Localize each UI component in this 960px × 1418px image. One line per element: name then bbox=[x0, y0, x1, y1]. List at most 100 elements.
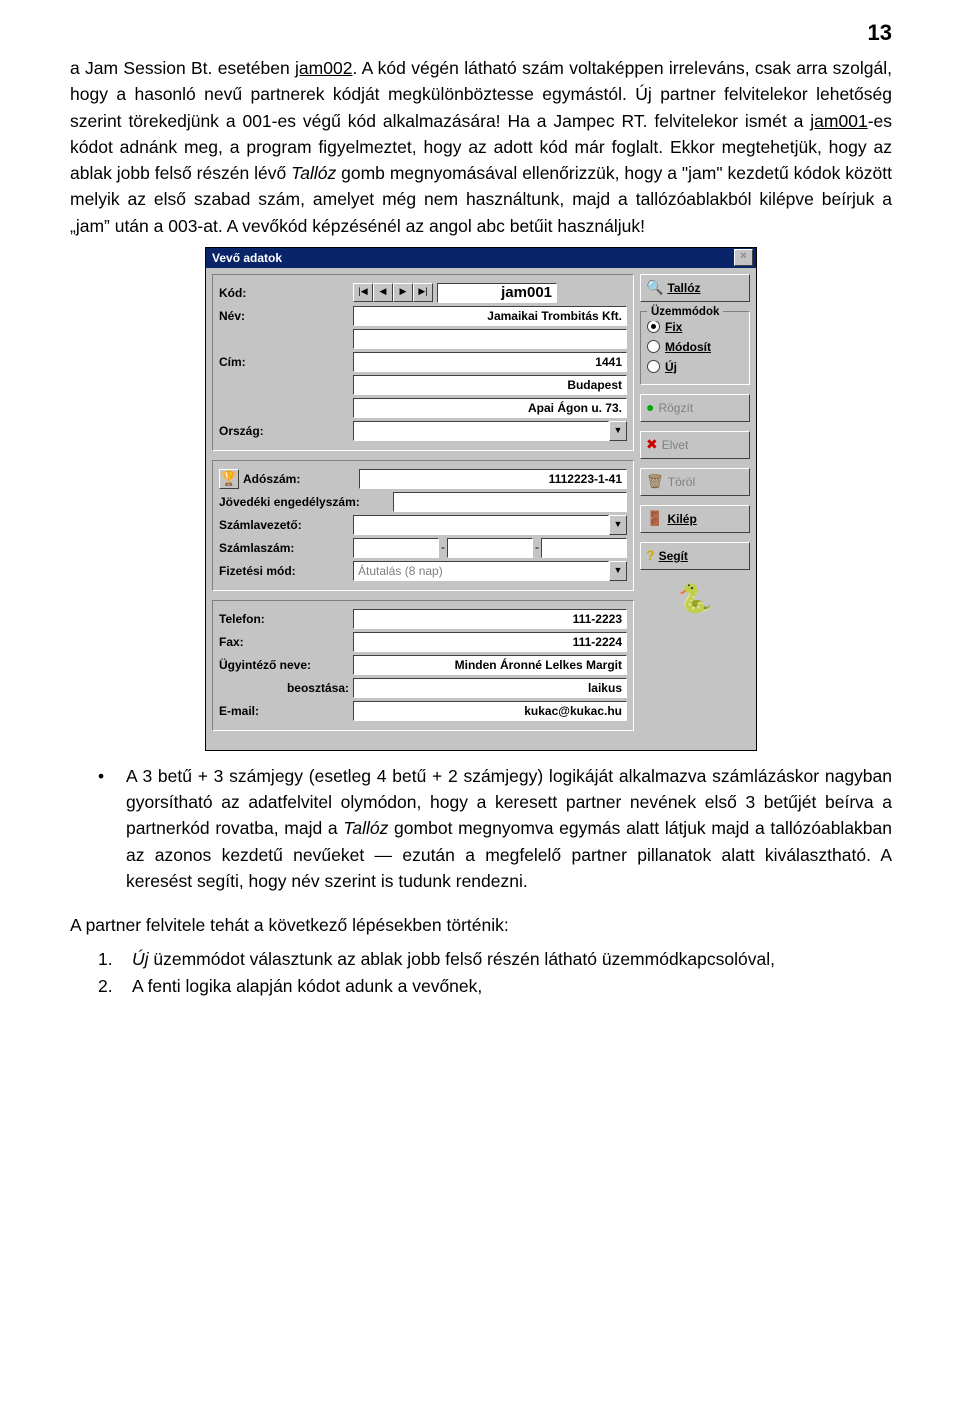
link-jam001: jam001 bbox=[810, 111, 867, 131]
list-item: 1. Új üzemmódot választunk az ablak jobb… bbox=[98, 946, 892, 972]
label-cim: Cím: bbox=[219, 353, 349, 371]
customer-dialog: Vevő adatok × Kód: |◀ ◀ ▶ ▶| jam001 Név: bbox=[205, 247, 757, 751]
elvet-button[interactable]: ✖ Elvet bbox=[640, 431, 750, 459]
chevron-down-icon[interactable]: ▼ bbox=[609, 421, 627, 441]
trash-icon: 🗑 bbox=[646, 471, 664, 492]
beosztas-field[interactable]: laikus bbox=[353, 678, 627, 698]
nav-prev-icon[interactable]: ◀ bbox=[373, 283, 393, 302]
search-icon: 🔍 bbox=[646, 277, 663, 298]
kilep-button[interactable]: 🚪 Kilép bbox=[640, 505, 750, 533]
button-label: Töröl bbox=[668, 473, 695, 491]
group-identity: Kód: |◀ ◀ ▶ ▶| jam001 Név: Jamaikai Trom… bbox=[212, 274, 634, 451]
radio-label: Új bbox=[665, 360, 677, 374]
utca-field[interactable]: Apai Ágon u. 73. bbox=[353, 398, 627, 418]
label-orszag: Ország: bbox=[219, 422, 349, 440]
irsz-field[interactable]: 1441 bbox=[353, 352, 627, 372]
list-number: 1. bbox=[98, 946, 132, 972]
dialog-title: Vevő adatok bbox=[212, 249, 734, 267]
circle-icon: ● bbox=[646, 397, 654, 418]
chevron-down-icon[interactable]: ▼ bbox=[609, 515, 627, 535]
button-label: Elvet bbox=[662, 436, 689, 454]
emphasis-uj: Új bbox=[132, 949, 149, 969]
nav-last-icon[interactable]: ▶| bbox=[413, 283, 433, 302]
ugyintezo-field[interactable]: Minden Áronné Lelkes Margit bbox=[353, 655, 627, 675]
mode-modosit[interactable]: Módosít bbox=[647, 338, 743, 356]
bullet-text: A 3 betű + 3 számjegy (esetleg 4 betű + … bbox=[126, 763, 892, 894]
trophy-icon[interactable]: 🏆 bbox=[219, 469, 239, 489]
list-item: 2. A fenti logika alapján kódot adunk a … bbox=[98, 973, 892, 999]
x-icon: ✖ bbox=[646, 434, 658, 455]
nav-first-icon[interactable]: |◀ bbox=[353, 283, 373, 302]
titlebar: Vevő adatok × bbox=[206, 248, 756, 268]
page-number: 13 bbox=[868, 16, 892, 49]
szamlaszam3-field[interactable] bbox=[541, 538, 627, 558]
close-icon[interactable]: × bbox=[734, 249, 753, 266]
segit-button[interactable]: ? Segít bbox=[640, 542, 750, 570]
radio-icon bbox=[647, 360, 660, 373]
talloz-button[interactable]: 🔍 Tallóz bbox=[640, 274, 750, 302]
list-number: 2. bbox=[98, 973, 132, 999]
sep: - bbox=[535, 538, 539, 558]
text: a Jam Session Bt. esetében bbox=[70, 58, 295, 78]
emphasis-talloz: Tallóz bbox=[343, 818, 388, 838]
button-label: Kilép bbox=[667, 510, 696, 528]
group-contact: Telefon: 111-2223 Fax: 111-2224 Ügyintéz… bbox=[212, 600, 634, 731]
radio-label: Fix bbox=[665, 320, 682, 334]
nev-field[interactable]: Jamaikai Trombitás Kft. bbox=[353, 306, 627, 326]
list-text: A fenti logika alapján kódot adunk a vev… bbox=[132, 973, 892, 999]
door-icon: 🚪 bbox=[646, 508, 663, 529]
szamlaszam1-field[interactable] bbox=[353, 538, 439, 558]
jovedeki-field[interactable] bbox=[393, 492, 627, 512]
sep: - bbox=[441, 538, 445, 558]
adoszam-field[interactable]: 1112223-1-41 bbox=[359, 469, 627, 489]
snake-icon: 🐍 bbox=[640, 579, 750, 619]
radio-icon bbox=[647, 320, 660, 333]
text: üzemmódot választunk az ablak jobb felső… bbox=[149, 949, 775, 969]
label-jovedeki: Jövedéki engedélyszám: bbox=[219, 493, 389, 511]
label-email: E-mail: bbox=[219, 702, 349, 720]
record-navigator[interactable]: |◀ ◀ ▶ ▶| bbox=[353, 283, 433, 302]
label-fax: Fax: bbox=[219, 633, 349, 651]
button-label: Tallóz bbox=[667, 279, 700, 297]
label-beosztas: beosztása: bbox=[219, 679, 349, 697]
mode-legend: Üzemmódok bbox=[647, 304, 723, 321]
email-field[interactable]: kukac@kukac.hu bbox=[353, 701, 627, 721]
label-nev: Név: bbox=[219, 307, 349, 325]
mode-group: Üzemmódok Fix Módosít Új bbox=[640, 311, 750, 385]
label-fizetesimod: Fizetési mód: bbox=[219, 562, 349, 580]
help-icon: ? bbox=[646, 545, 655, 566]
nev2-field[interactable] bbox=[353, 329, 627, 349]
orszag-field[interactable] bbox=[353, 421, 609, 441]
label-ugyintezo: Ügyintéző neve: bbox=[219, 656, 349, 674]
label-adoszam: Adószám: bbox=[243, 470, 355, 488]
button-label: Segít bbox=[659, 547, 688, 565]
button-label: Rögzít bbox=[658, 399, 693, 417]
varos-field[interactable]: Budapest bbox=[353, 375, 627, 395]
link-jam002: jam002 bbox=[295, 58, 352, 78]
fax-field[interactable]: 111-2224 bbox=[353, 632, 627, 652]
nav-next-icon[interactable]: ▶ bbox=[393, 283, 413, 302]
bullet-item: • A 3 betű + 3 számjegy (esetleg 4 betű … bbox=[98, 763, 892, 894]
label-szamlaszam: Számlaszám: bbox=[219, 539, 349, 557]
kod-field[interactable]: jam001 bbox=[437, 283, 557, 303]
paragraph-1: a Jam Session Bt. esetében jam002. A kód… bbox=[70, 55, 892, 239]
numbered-list: 1. Új üzemmódot választunk az ablak jobb… bbox=[70, 946, 892, 999]
label-telefon: Telefon: bbox=[219, 610, 349, 628]
szamlavezeto-field[interactable] bbox=[353, 515, 609, 535]
rogzit-button[interactable]: ● Rögzít bbox=[640, 394, 750, 422]
group-tax: 🏆 Adószám: 1112223-1-41 Jövedéki engedél… bbox=[212, 460, 634, 591]
label-szamlavezeto: Számlavezető: bbox=[219, 516, 349, 534]
radio-icon bbox=[647, 340, 660, 353]
radio-label: Módosít bbox=[665, 340, 711, 354]
szamlaszam2-field[interactable] bbox=[447, 538, 533, 558]
bullet-icon: • bbox=[98, 763, 126, 894]
mode-uj[interactable]: Új bbox=[647, 358, 743, 376]
torol-button[interactable]: 🗑 Töröl bbox=[640, 468, 750, 496]
chevron-down-icon[interactable]: ▼ bbox=[609, 561, 627, 581]
list-text: Új üzemmódot választunk az ablak jobb fe… bbox=[132, 946, 892, 972]
telefon-field[interactable]: 111-2223 bbox=[353, 609, 627, 629]
label-kod: Kód: bbox=[219, 284, 349, 302]
emphasis-talloz: Tallóz bbox=[291, 163, 336, 183]
fizetesimod-field[interactable]: Átutalás (8 nap) bbox=[353, 561, 609, 581]
closing-line: A partner felvitele tehát a következő lé… bbox=[70, 912, 892, 938]
